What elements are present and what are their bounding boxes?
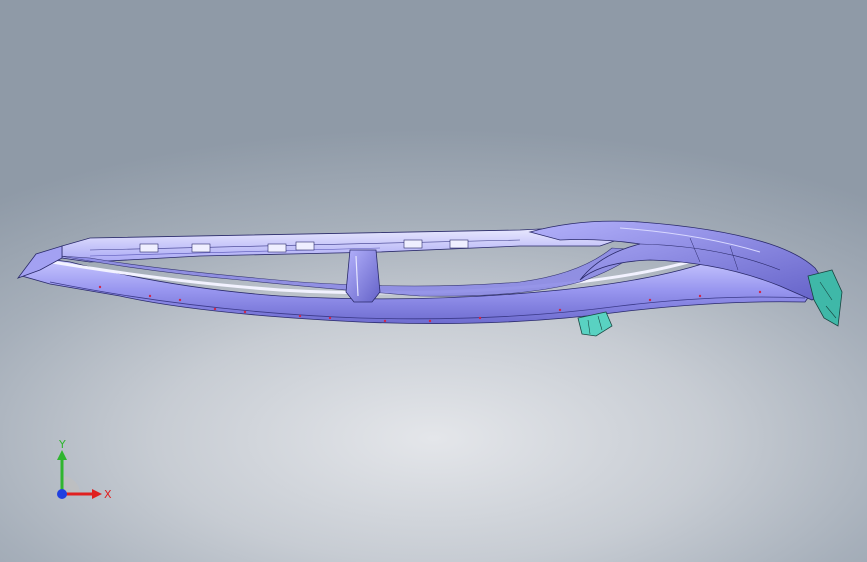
graphics-viewport[interactable]: Y X — [0, 0, 867, 562]
x-axis-arrow — [92, 489, 102, 499]
x-axis-label: X — [104, 488, 112, 501]
y-axis-arrow — [57, 450, 67, 460]
center-pillar — [345, 249, 381, 303]
y-axis-label: Y — [58, 438, 66, 451]
reference-triad: Y X — [57, 438, 112, 501]
z-axis-dot — [57, 489, 67, 499]
end-bracket — [807, 269, 843, 327]
cad-part-model[interactable] — [0, 0, 867, 562]
